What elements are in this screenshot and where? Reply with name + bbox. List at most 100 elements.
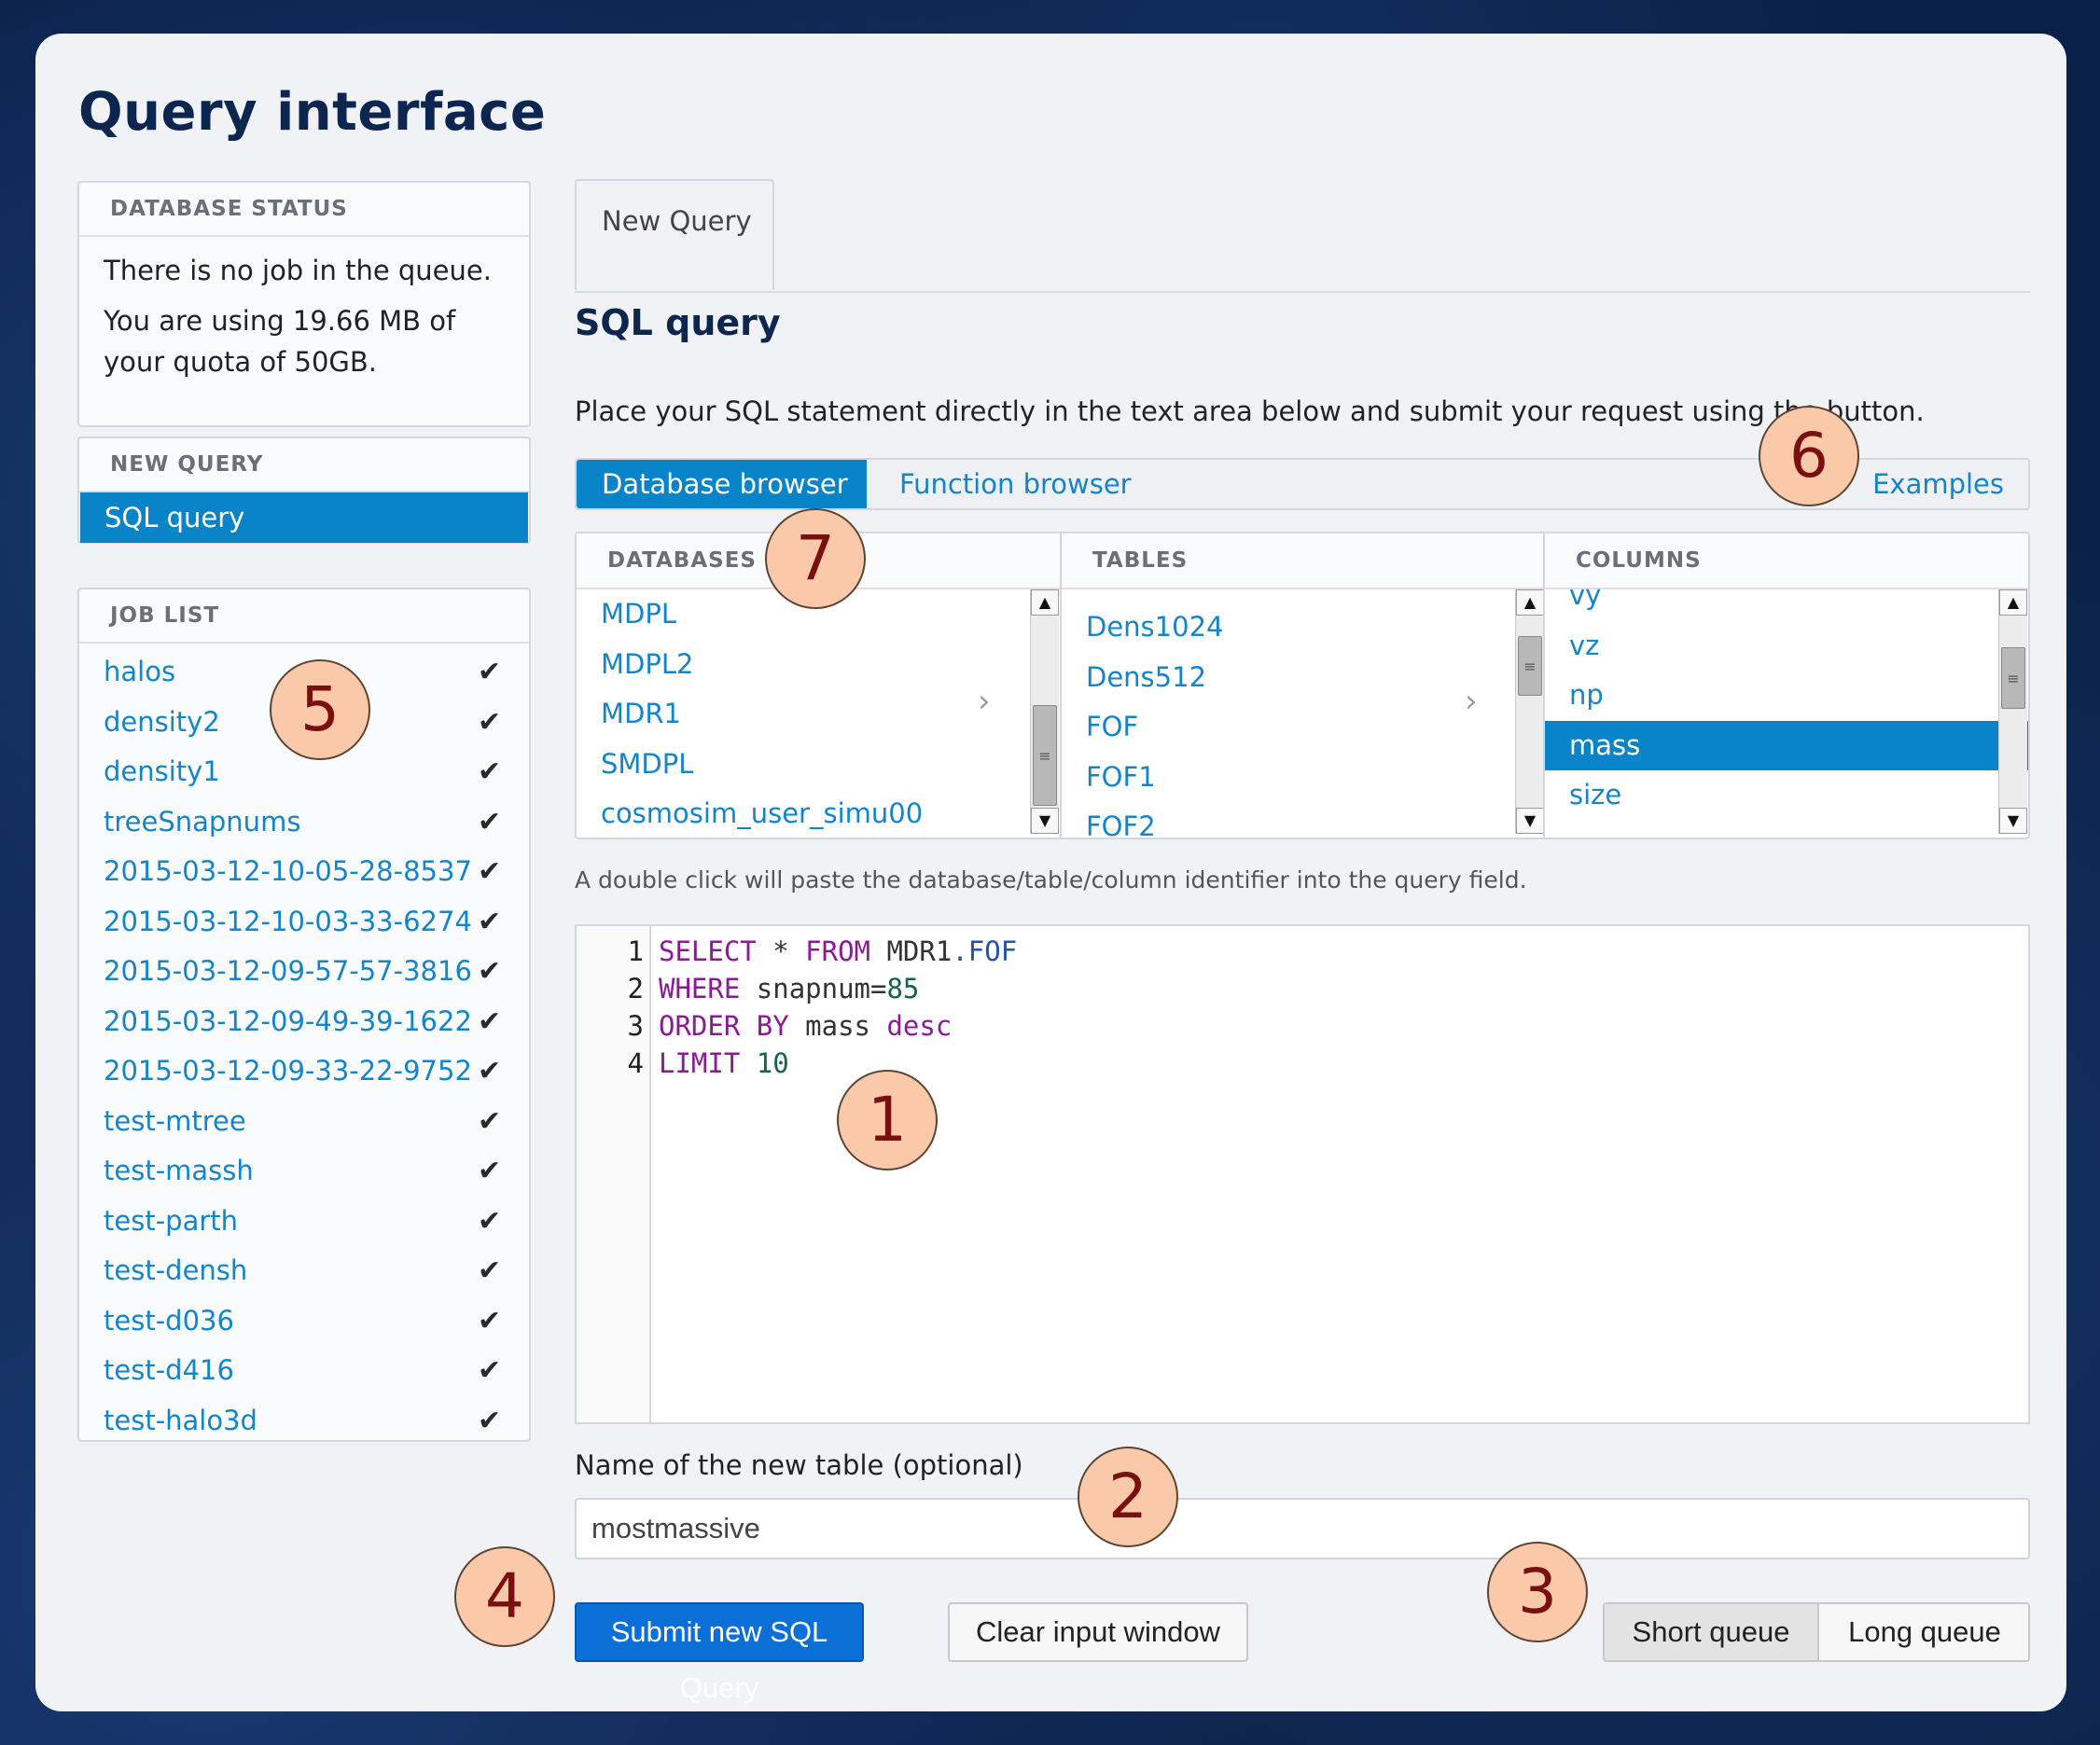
code-line: ORDER BY mass desc — [659, 1010, 952, 1042]
callout-7: 7 — [765, 508, 866, 609]
job-name[interactable]: halos — [104, 656, 175, 687]
chevron-right-icon: › — [978, 683, 991, 720]
tables-scrollbar[interactable]: ▲ ≡ ▼ — [1515, 589, 1544, 834]
job-list-item[interactable]: test-halo3d ✔ — [79, 1396, 529, 1447]
scroll-thumb[interactable]: ≡ — [1033, 705, 1057, 806]
quota-status-text: You are using 19.66 MB of your quota of … — [104, 305, 456, 378]
job-list-item[interactable]: 2015-03-12-09-33-22-9752 ✔ — [79, 1046, 529, 1097]
check-icon: ✔ — [478, 755, 502, 788]
job-list-item[interactable]: test-mtree ✔ — [79, 1097, 529, 1147]
job-name[interactable]: test-densh — [104, 1254, 247, 1286]
sql-keyword: LIMIT — [659, 1047, 741, 1079]
callout-6: 6 — [1759, 406, 1859, 506]
check-icon: ✔ — [478, 905, 502, 938]
tables-heading: TABLES — [1062, 533, 1545, 589]
code-line: WHERE snapnum=85 — [659, 973, 919, 1004]
sql-text: MDR1 — [870, 935, 953, 967]
callout-5: 5 — [270, 659, 370, 760]
submit-query-button[interactable]: Submit new SQL Query — [575, 1602, 864, 1704]
scroll-up-icon[interactable]: ▲ — [1031, 589, 1059, 616]
sidebar-item-sql-query[interactable]: SQL query — [80, 492, 528, 543]
job-name[interactable]: test-d416 — [104, 1354, 234, 1386]
database-item[interactable]: SMDPL — [577, 740, 1060, 790]
check-icon: ✔ — [478, 656, 502, 688]
job-name[interactable]: density1 — [104, 755, 220, 787]
table-item[interactable]: FOF1 — [1062, 753, 1545, 803]
job-name[interactable]: 2015-03-12-09-33-22-9752 — [104, 1055, 472, 1087]
check-icon: ✔ — [478, 1404, 502, 1437]
scroll-up-icon[interactable]: ▲ — [1999, 589, 2027, 616]
job-list-item[interactable]: 2015-03-12-09-49-39-1622 ✔ — [79, 997, 529, 1047]
job-list-item[interactable]: test-d416 ✔ — [79, 1346, 529, 1396]
column-item[interactable]: vy — [1545, 571, 2028, 621]
callout-1: 1 — [837, 1070, 938, 1170]
job-name[interactable]: 2015-03-12-10-05-28-8537 — [104, 855, 472, 887]
short-queue-button[interactable]: Short queue — [1605, 1604, 1819, 1660]
long-queue-button[interactable]: Long queue — [1819, 1604, 2028, 1660]
job-list-item[interactable]: test-massh ✔ — [79, 1146, 529, 1197]
job-list-item[interactable]: test-d036 ✔ — [79, 1296, 529, 1347]
callout-2: 2 — [1078, 1447, 1178, 1547]
code-line: SELECT * FROM MDR1.FOF — [659, 935, 1017, 967]
column-item[interactable]: vz — [1545, 621, 2028, 672]
line-number-gutter: 1 2 3 4 — [577, 926, 651, 1422]
database-item[interactable]: MDPL2 — [577, 640, 1060, 690]
tab-new-query[interactable]: New Query — [575, 179, 774, 290]
job-list-heading: JOB LIST — [79, 589, 529, 644]
job-name[interactable]: 2015-03-12-09-49-39-1622 — [104, 1005, 472, 1037]
job-name[interactable]: test-parth — [104, 1205, 238, 1237]
check-icon: ✔ — [478, 1304, 502, 1337]
clear-input-button[interactable]: Clear input window — [948, 1602, 1248, 1662]
job-name[interactable]: test-d036 — [104, 1305, 234, 1336]
tab-database-browser[interactable]: Database browser — [577, 460, 867, 508]
check-icon: ✔ — [478, 1155, 502, 1187]
column-item[interactable]: mass — [1545, 720, 2028, 770]
job-list-item[interactable]: test-parth ✔ — [79, 1197, 529, 1247]
columns-scrollbar[interactable]: ▲ ≡ ▼ — [1998, 589, 2027, 834]
sql-text: * — [756, 935, 806, 967]
sql-editor[interactable]: 1 2 3 4 SELECT * FROM MDR1.FOF WHERE sna… — [575, 924, 2030, 1424]
line-number: 3 — [627, 1010, 644, 1042]
job-name[interactable]: 2015-03-12-10-03-33-6274 — [104, 906, 472, 937]
job-list-item[interactable]: 2015-03-12-10-05-28-8537 ✔ — [79, 847, 529, 897]
table-item[interactable]: FOF2 — [1062, 802, 1545, 838]
check-icon: ✔ — [478, 805, 502, 838]
scroll-down-icon[interactable]: ▼ — [1516, 808, 1544, 834]
line-number: 4 — [627, 1047, 644, 1079]
job-name[interactable]: test-mtree — [104, 1105, 246, 1137]
new-query-heading: NEW QUERY — [79, 438, 529, 492]
job-list-item[interactable]: 2015-03-12-09-57-57-3816 ✔ — [79, 947, 529, 997]
columns-column: COLUMNS vy vz np mass size ▲ ≡ ▼ — [1543, 533, 2028, 838]
check-icon: ✔ — [478, 1004, 502, 1038]
scroll-up-icon[interactable]: ▲ — [1516, 589, 1544, 616]
sql-keyword: desc — [886, 1010, 953, 1042]
callout-4: 4 — [454, 1546, 555, 1647]
code-line: LIMIT 10 — [659, 1047, 789, 1079]
column-item[interactable]: np — [1545, 671, 2028, 721]
check-icon: ✔ — [478, 1055, 502, 1087]
check-icon: ✔ — [478, 705, 502, 739]
chevron-right-icon: › — [1465, 683, 1478, 720]
column-item[interactable]: size — [1545, 770, 2028, 819]
scroll-down-icon[interactable]: ▼ — [1999, 808, 2027, 834]
job-name[interactable]: density2 — [104, 706, 220, 738]
database-item[interactable]: cosmosim_user_simu00 — [577, 789, 1060, 838]
job-list-item[interactable]: treeSnapnums ✔ — [79, 797, 529, 848]
job-name[interactable]: 2015-03-12-09-57-57-3816 — [104, 955, 472, 987]
examples-link[interactable]: Examples — [1872, 460, 2004, 508]
check-icon: ✔ — [478, 1354, 502, 1387]
scroll-thumb[interactable]: ≡ — [1518, 636, 1542, 696]
scroll-thumb[interactable]: ≡ — [2001, 647, 2025, 709]
job-list-item[interactable]: test-densh ✔ — [79, 1246, 529, 1296]
sql-keyword: SELECT — [659, 935, 757, 967]
job-list-item[interactable]: 2015-03-12-10-03-33-6274 ✔ — [79, 897, 529, 948]
databases-scrollbar[interactable]: ▲ ≡ ▼ — [1030, 589, 1059, 834]
table-item[interactable]: Dens1024 — [1062, 602, 1545, 653]
tab-function-browser[interactable]: Function browser — [867, 460, 1132, 508]
scroll-down-icon[interactable]: ▼ — [1031, 808, 1059, 834]
job-name[interactable]: test-massh — [104, 1155, 254, 1186]
job-name[interactable]: treeSnapnums — [104, 806, 300, 838]
table-name-input[interactable] — [575, 1498, 2030, 1559]
check-icon: ✔ — [478, 1254, 502, 1287]
job-name[interactable]: test-halo3d — [104, 1405, 257, 1436]
